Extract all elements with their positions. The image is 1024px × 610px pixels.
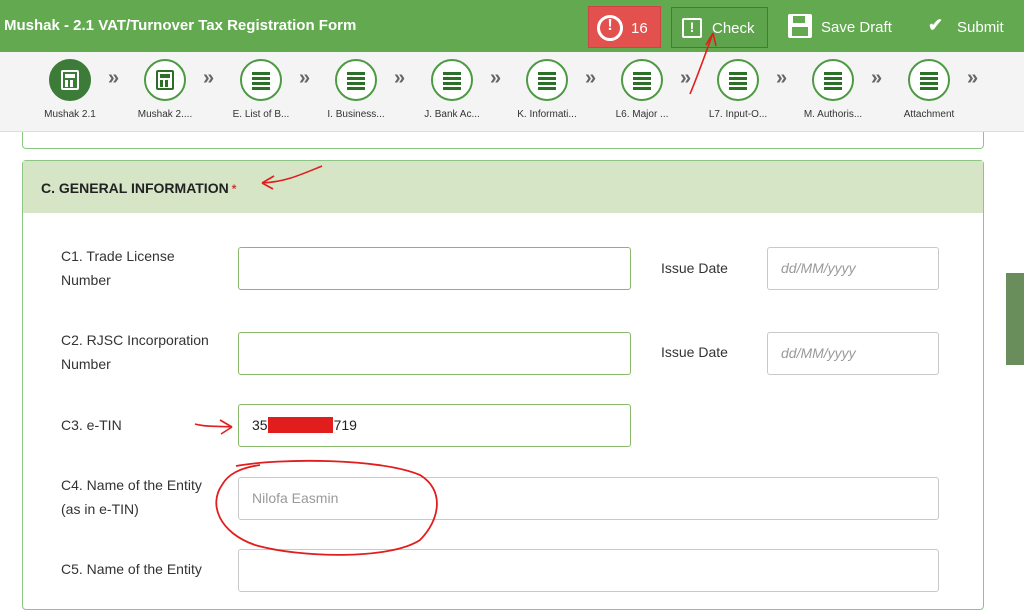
save-draft-label: Save Draft (821, 19, 892, 36)
step-label: I. Business... (327, 109, 385, 120)
error-count: 16 (631, 20, 648, 37)
redaction-mark (268, 417, 333, 433)
entity-name-etin-label: C4. Name of the Entity (as in e-TIN) (61, 473, 202, 521)
step-circle (812, 59, 854, 101)
step-circle (49, 59, 91, 101)
list-icon (633, 70, 651, 90)
step-3[interactable]: E. List of B... (213, 57, 309, 127)
form-title: Mushak - 2.1 VAT/Turnover Tax Registrati… (4, 17, 357, 34)
step-wizard: Mushak 2.1 » Mushak 2.... » E. List of B... »… (0, 52, 1024, 132)
submit-label: Submit (957, 19, 1004, 36)
step-separator-icon: » (680, 67, 691, 89)
trade-license-label-line2: Number (61, 272, 111, 288)
step-separator-icon: » (394, 67, 405, 89)
step-label: K. Informati... (517, 109, 577, 120)
list-icon (538, 70, 556, 90)
step-5[interactable]: J. Bank Ac... (404, 57, 500, 127)
date-placeholder: dd/MM/yyyy (781, 345, 856, 361)
list-icon (824, 70, 842, 90)
calculator-icon (61, 70, 79, 90)
step-2[interactable]: Mushak 2.... (117, 57, 213, 127)
rjsc-issue-date-label: Issue Date (661, 344, 728, 360)
step-label: M. Authoris... (803, 109, 863, 120)
list-icon (443, 70, 461, 90)
required-mark: * (231, 182, 237, 196)
step-label: J. Bank Ac... (424, 109, 480, 120)
rjsc-number-input[interactable] (238, 332, 631, 375)
exclamation-square-icon (682, 18, 702, 38)
step-circle (908, 59, 950, 101)
step-separator-icon: » (299, 67, 310, 89)
trade-license-input[interactable] (238, 247, 631, 290)
step-1[interactable]: Mushak 2.1 (22, 57, 118, 127)
step-separator-icon: » (776, 67, 787, 89)
trade-license-issue-date-label: Issue Date (661, 260, 728, 276)
check-label: Check (712, 20, 755, 37)
step-label: Mushak 2.1 (44, 109, 96, 120)
step-9[interactable]: M. Authoris... (785, 57, 881, 127)
rjsc-label: C2. RJSC Incorporation Number (61, 328, 209, 376)
previous-section-panel (22, 132, 984, 149)
step-circle (335, 59, 377, 101)
rjsc-label-line2: Number (61, 356, 111, 372)
rjsc-label-line1: C2. RJSC Incorporation (61, 332, 209, 348)
step-label: L6. Major ... (615, 109, 669, 120)
step-label: L7. Input-O... (708, 109, 768, 120)
rjsc-issue-date-input[interactable]: dd/MM/yyyy (767, 332, 939, 375)
entity-name-etin-label-line1: C4. Name of the Entity (61, 477, 202, 493)
step-separator-icon: » (490, 67, 501, 89)
list-icon (920, 70, 938, 90)
etin-label: C3. e-TIN (61, 417, 122, 433)
step-separator-icon: » (871, 67, 882, 89)
step-label: E. List of B... (232, 109, 290, 120)
general-information-section: C. GENERAL INFORMATION * (22, 160, 984, 610)
list-icon (347, 70, 365, 90)
step-separator-icon: » (967, 67, 978, 89)
trade-license-issue-date-input[interactable]: dd/MM/yyyy (767, 247, 939, 290)
step-separator-icon: » (203, 67, 214, 89)
section-title: C. GENERAL INFORMATION * (41, 180, 236, 196)
entity-name-input[interactable] (238, 549, 939, 592)
step-circle (717, 59, 759, 101)
section-header: C. GENERAL INFORMATION * (23, 161, 983, 213)
save-draft-button[interactable]: Save Draft (786, 7, 908, 48)
entity-name-value: Nilofa Easmin (252, 490, 339, 506)
floppy-disk-icon (788, 14, 812, 38)
checkmark-icon: ✔ (928, 15, 944, 35)
entity-name-etin-label-line2: (as in e-TIN) (61, 501, 139, 517)
etin-value-end: 719 (333, 417, 357, 433)
calculator-icon (156, 70, 174, 90)
step-label: Attachment (903, 109, 955, 120)
step-6[interactable]: K. Informati... (499, 57, 595, 127)
step-circle (621, 59, 663, 101)
trade-license-label: C1. Trade License Number (61, 244, 175, 292)
step-circle (526, 59, 568, 101)
step-circle (144, 59, 186, 101)
list-icon (252, 70, 270, 90)
error-count-button[interactable]: 16 (588, 6, 661, 48)
check-button[interactable]: Check (671, 7, 768, 48)
step-separator-icon: » (108, 67, 119, 89)
step-separator-icon: » (585, 67, 596, 89)
entity-name-label: C5. Name of the Entity (61, 561, 202, 577)
step-10[interactable]: Attachment (881, 57, 977, 127)
section-title-text: C. GENERAL INFORMATION (41, 180, 229, 196)
step-circle (431, 59, 473, 101)
step-circle (240, 59, 282, 101)
entity-name-etin-input[interactable]: Nilofa Easmin (238, 477, 939, 520)
trade-license-label-line1: C1. Trade License (61, 248, 175, 264)
date-placeholder: dd/MM/yyyy (781, 260, 856, 276)
alert-circle-icon (597, 15, 623, 41)
step-4[interactable]: I. Business... (308, 57, 404, 127)
step-label: Mushak 2.... (137, 109, 193, 120)
top-bar: Mushak - 2.1 VAT/Turnover Tax Registrati… (0, 0, 1024, 52)
etin-value-start: 35 (252, 417, 268, 433)
submit-button[interactable]: ✔ Submit (926, 7, 1022, 48)
list-icon (729, 70, 747, 90)
scrollbar-thumb[interactable] (1006, 273, 1024, 365)
step-8[interactable]: L7. Input-O... (690, 57, 786, 127)
step-7[interactable]: L6. Major ... (594, 57, 690, 127)
